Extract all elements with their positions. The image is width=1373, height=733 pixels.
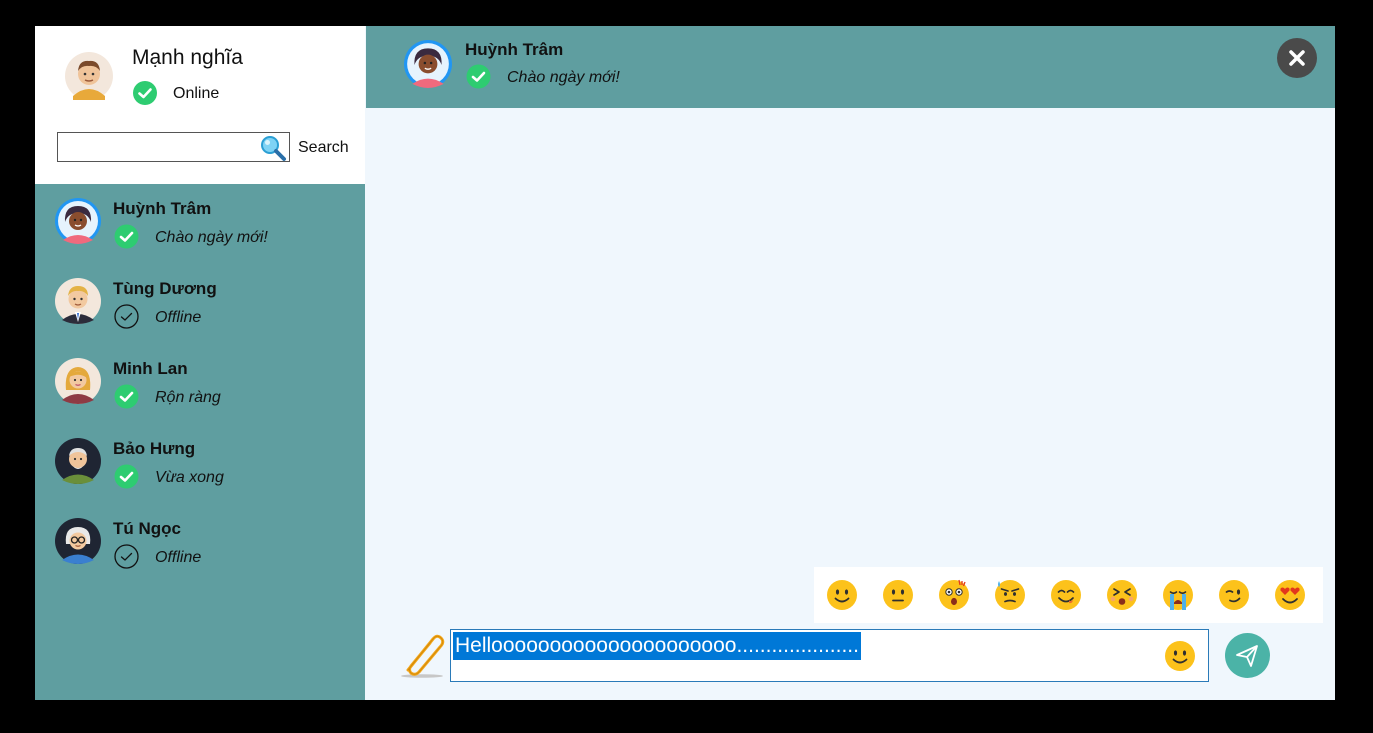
offline-check-icon bbox=[114, 304, 139, 329]
close-button[interactable] bbox=[1277, 38, 1317, 78]
search-input[interactable] bbox=[60, 135, 258, 159]
contact-status-message: Chào ngày mới! bbox=[155, 229, 268, 246]
sidebar: Mạnh nghĩa Online Search Huỳnh Trâm Chào… bbox=[35, 26, 365, 700]
user-name: Mạnh nghĩa bbox=[132, 46, 243, 69]
wink-emoji-icon[interactable] bbox=[1218, 579, 1250, 611]
contact-status-message: Rộn ràng bbox=[155, 389, 221, 406]
close-icon bbox=[1289, 50, 1305, 66]
attach-button[interactable] bbox=[400, 630, 446, 678]
contact-item[interactable]: Tùng Dương Offline bbox=[35, 266, 365, 346]
old-woman-glasses-avatar-icon bbox=[55, 518, 101, 564]
contact-status-message: Vừa xong bbox=[155, 469, 224, 486]
contact-name: Minh Lan bbox=[113, 359, 188, 378]
send-icon bbox=[1236, 645, 1258, 667]
send-button[interactable] bbox=[1225, 633, 1270, 678]
online-check-icon bbox=[114, 464, 139, 489]
offline-check-icon bbox=[114, 544, 139, 569]
crying-emoji-icon[interactable] bbox=[1162, 579, 1194, 611]
emoji-panel bbox=[814, 567, 1323, 623]
online-check-icon bbox=[114, 384, 139, 409]
contact-item[interactable]: Tú Ngọc Offline bbox=[35, 506, 365, 586]
contact-item[interactable]: Minh Lan Rộn ràng bbox=[35, 346, 365, 426]
contact-status-message: Offline bbox=[155, 309, 202, 326]
message-input[interactable]: Hellooooooooooooooooooooo...............… bbox=[450, 629, 1209, 682]
contact-name: Tùng Dương bbox=[113, 279, 217, 298]
contact-name: Bảo Hưng bbox=[113, 439, 196, 458]
female-dark-avatar-icon bbox=[55, 198, 101, 244]
search-box bbox=[57, 132, 290, 162]
yum-emoji-icon[interactable] bbox=[1050, 579, 1082, 611]
annoyed-emoji-icon[interactable] bbox=[994, 579, 1026, 611]
female-blonde-avatar-icon bbox=[55, 358, 101, 404]
heart-eyes-emoji-icon[interactable] bbox=[1274, 579, 1306, 611]
search-icon[interactable] bbox=[259, 134, 287, 162]
contact-status-message: Offline bbox=[155, 549, 202, 566]
chat-contact-name: Huỳnh Trâm bbox=[465, 40, 564, 59]
neutral-emoji-icon[interactable] bbox=[882, 579, 914, 611]
message-input-text[interactable]: Hellooooooooooooooooooooo...............… bbox=[453, 632, 861, 660]
old-man-avatar-icon bbox=[55, 438, 101, 484]
user-avatar-icon[interactable] bbox=[65, 52, 113, 100]
contact-name: Huỳnh Trâm bbox=[113, 199, 212, 218]
chat-window: Mạnh nghĩa Online Search Huỳnh Trâm Chào… bbox=[35, 26, 1335, 700]
online-check-icon bbox=[466, 64, 491, 89]
contact-item[interactable]: Huỳnh Trâm Chào ngày mới! bbox=[35, 186, 365, 266]
contact-item[interactable]: Bảo Hưng Vừa xong bbox=[35, 426, 365, 506]
contact-name: Tú Ngọc bbox=[113, 519, 181, 538]
female-dark-avatar-icon bbox=[404, 40, 452, 88]
user-status: Online bbox=[173, 85, 220, 102]
online-check-icon bbox=[133, 81, 157, 105]
shocked-emoji-icon[interactable] bbox=[938, 579, 970, 611]
profile-panel: Mạnh nghĩa Online Search bbox=[35, 26, 365, 184]
messages-area[interactable] bbox=[366, 108, 1335, 558]
emoji-picker-button[interactable] bbox=[1164, 640, 1196, 672]
male-blond-avatar-icon bbox=[55, 278, 101, 324]
smile-emoji-icon[interactable] bbox=[826, 579, 858, 611]
chat-contact-status: Chào ngày mới! bbox=[507, 69, 620, 86]
search-button[interactable]: Search bbox=[298, 139, 349, 157]
chat-header: Huỳnh Trâm Chào ngày mới! bbox=[366, 26, 1335, 108]
dizzy-emoji-icon[interactable] bbox=[1106, 579, 1138, 611]
online-check-icon bbox=[114, 224, 139, 249]
